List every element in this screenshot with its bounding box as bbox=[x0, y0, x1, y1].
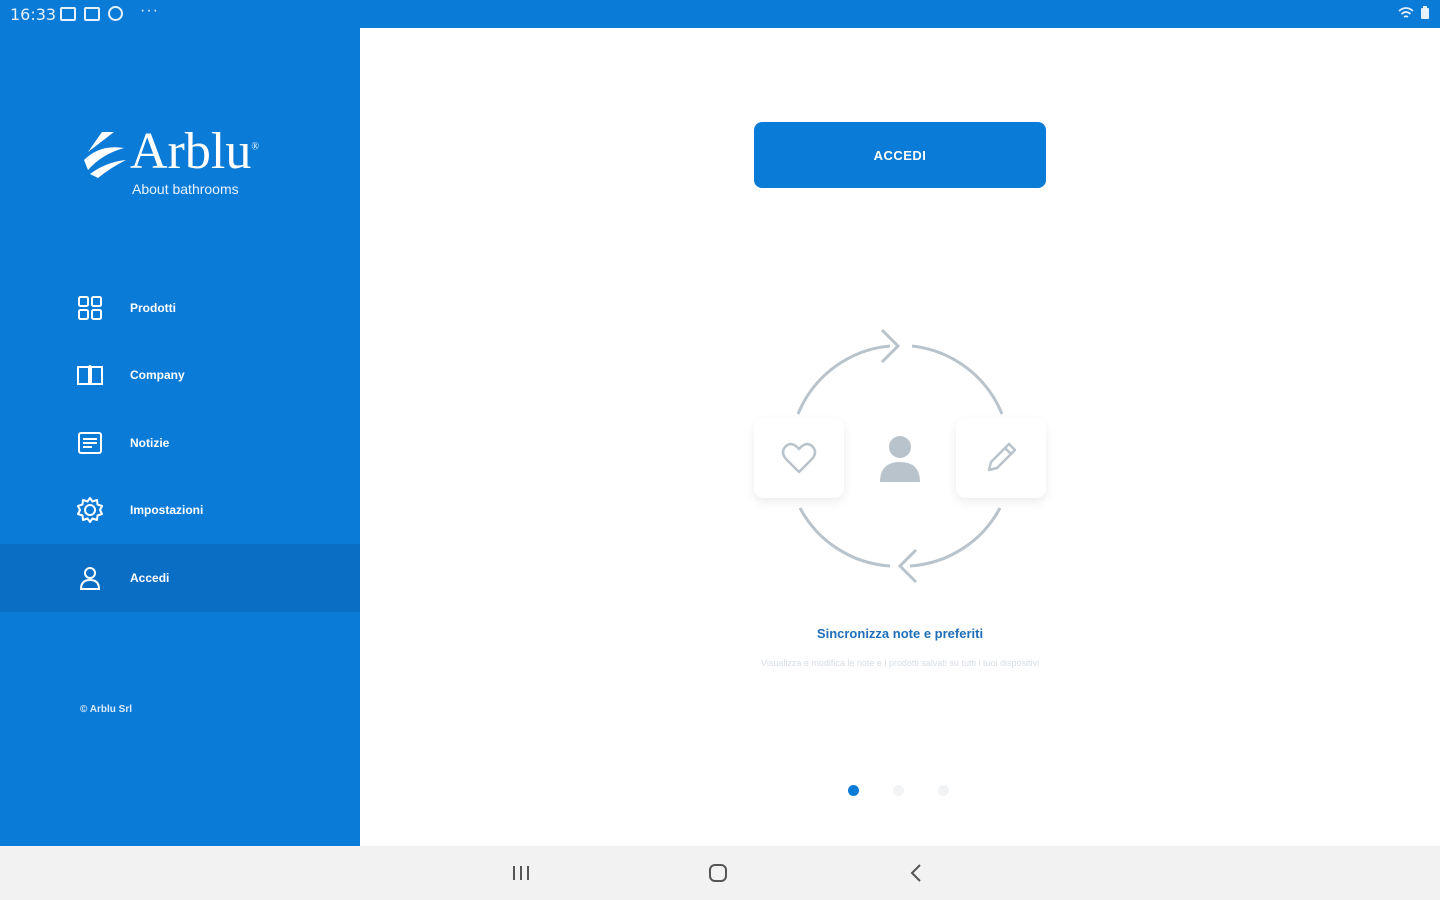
main-content: ACCEDI Sincronizza note e preferiti Visu… bbox=[360, 28, 1440, 846]
notification-icons bbox=[60, 6, 123, 21]
sidebar-item-label: Impostazioni bbox=[130, 503, 204, 518]
slide-title: Sincronizza note e preferiti bbox=[816, 626, 984, 641]
sync-illustration bbox=[740, 318, 1060, 598]
brand-logo: Arblu® About bathrooms bbox=[80, 123, 300, 206]
page-dot-3[interactable] bbox=[938, 785, 949, 796]
logo-mark-icon bbox=[84, 132, 126, 178]
recent-apps-button[interactable] bbox=[508, 860, 534, 886]
sidebar-item-company[interactable]: Company bbox=[0, 342, 360, 410]
battery-icon bbox=[1421, 6, 1429, 19]
wifi-icon bbox=[1398, 7, 1414, 18]
sidebar-item-label: Accedi bbox=[130, 570, 170, 585]
back-icon bbox=[910, 864, 921, 882]
page-dot-2[interactable] bbox=[893, 785, 904, 796]
home-button[interactable] bbox=[705, 860, 731, 886]
grid-icon bbox=[76, 294, 104, 322]
news-icon bbox=[76, 429, 104, 457]
home-icon bbox=[709, 864, 727, 882]
system-icons bbox=[1398, 6, 1430, 20]
heart-icon bbox=[781, 442, 817, 474]
brand-name: Arblu® bbox=[130, 123, 259, 180]
brand-tagline: About bathrooms bbox=[132, 181, 239, 197]
page-dot-1[interactable] bbox=[848, 785, 859, 796]
status-time: 16:33 bbox=[10, 5, 57, 24]
status-bar: 16:33 ··· bbox=[0, 0, 1440, 28]
user-icon bbox=[880, 436, 920, 482]
sidebar-item-impostazioni[interactable]: Impostazioni bbox=[0, 477, 360, 545]
gear-icon bbox=[76, 496, 104, 524]
message-icon bbox=[84, 6, 100, 21]
back-button[interactable] bbox=[903, 860, 929, 886]
recent-apps-icon bbox=[513, 866, 529, 880]
sidebar: Arblu® About bathrooms Prodotti Company … bbox=[0, 28, 360, 846]
book-icon bbox=[76, 361, 104, 389]
favorites-card bbox=[754, 418, 844, 498]
slide-description: Visualizza e modifica le note e i prodot… bbox=[761, 658, 1039, 668]
sidebar-item-label: Prodotti bbox=[130, 300, 176, 315]
gallery-icon bbox=[60, 6, 76, 21]
sync-icon bbox=[108, 6, 123, 21]
copyright-text: © Arblu Srl bbox=[80, 704, 133, 715]
system-nav-bar bbox=[0, 846, 1440, 900]
sidebar-item-prodotti[interactable]: Prodotti bbox=[0, 274, 360, 342]
sidebar-item-label: Notizie bbox=[130, 435, 170, 450]
notes-card bbox=[956, 418, 1046, 498]
sidebar-item-accedi[interactable]: Accedi bbox=[0, 544, 360, 612]
more-notifications-icon: ··· bbox=[140, 2, 159, 19]
user-icon bbox=[76, 564, 104, 592]
pencil-icon bbox=[987, 442, 1017, 472]
page-indicator bbox=[848, 785, 949, 796]
login-button[interactable]: ACCEDI bbox=[754, 122, 1046, 188]
sidebar-nav: Prodotti Company Notizie Impostazioni Ac… bbox=[0, 274, 360, 612]
sidebar-item-notizie[interactable]: Notizie bbox=[0, 409, 360, 477]
sidebar-item-label: Company bbox=[130, 368, 185, 383]
